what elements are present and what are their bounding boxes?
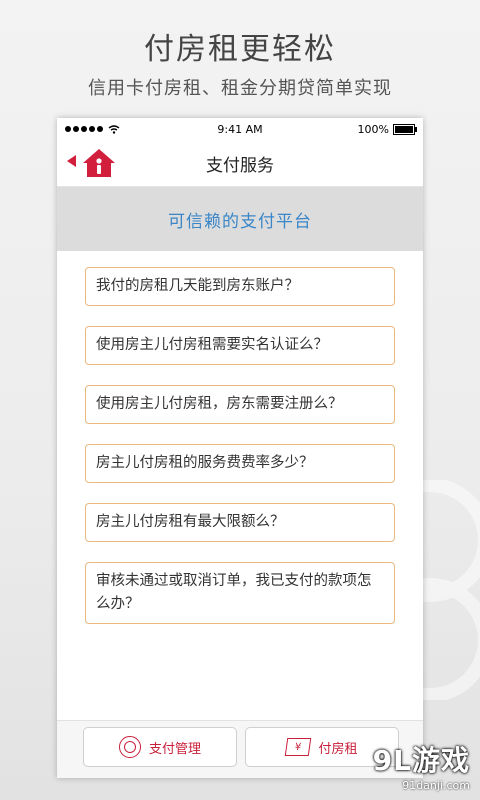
faq-item[interactable]: 使用房主儿付房租，房东需要注册么？ <box>85 385 395 424</box>
back-arrow-icon[interactable] <box>67 155 76 167</box>
brand-url: 91danji.com <box>402 779 470 792</box>
bottom-bar: 支付管理 ¥ 付房租 <box>57 720 423 778</box>
faq-list: 我付的房租几天能到房东账户？ 使用房主儿付房租需要实名认证么？ 使用房主儿付房租… <box>57 251 423 624</box>
battery-percent: 100% <box>357 122 389 136</box>
faq-item[interactable]: 使用房主儿付房租需要实名认证么？ <box>85 326 395 365</box>
signal-indicator <box>65 124 155 134</box>
brand-watermark: 9L游戏 91danji.com <box>373 739 470 792</box>
trust-banner: 可信赖的支付平台 <box>57 187 423 251</box>
brand-name: 9L游戏 <box>372 744 470 777</box>
wifi-icon <box>108 124 120 134</box>
faq-item[interactable]: 房主儿付房租有最大限额么？ <box>85 503 395 542</box>
battery-icon <box>393 123 417 135</box>
status-time: 9:41 AM <box>217 122 263 136</box>
stamp-icon <box>118 736 141 758</box>
navigation-bar: 支付服务 <box>57 140 423 187</box>
yen-card-icon: ¥ <box>285 738 312 756</box>
phone-mockup: 9:41 AM 100% 支付服务 可信赖的支付平台 我付的房租几天能到房东账户… <box>57 118 423 778</box>
faq-item[interactable]: 审核未通过或取消订单，我已支付的款项怎么办？ <box>85 562 395 624</box>
faq-item[interactable]: 我付的房租几天能到房东账户？ <box>85 267 395 306</box>
pay-manage-button[interactable]: 支付管理 <box>83 727 237 767</box>
status-bar: 9:41 AM 100% <box>57 118 423 140</box>
pay-rent-label: 付房租 <box>318 741 358 757</box>
promo-title: 付房租更轻松 <box>144 32 336 67</box>
pay-manage-label: 支付管理 <box>148 741 201 757</box>
promo-subtitle: 信用卡付房租、租金分期贷简单实现 <box>88 78 392 99</box>
faq-item[interactable]: 房主儿付房租的服务费费率多少？ <box>85 444 395 483</box>
house-logo-icon <box>83 149 115 177</box>
